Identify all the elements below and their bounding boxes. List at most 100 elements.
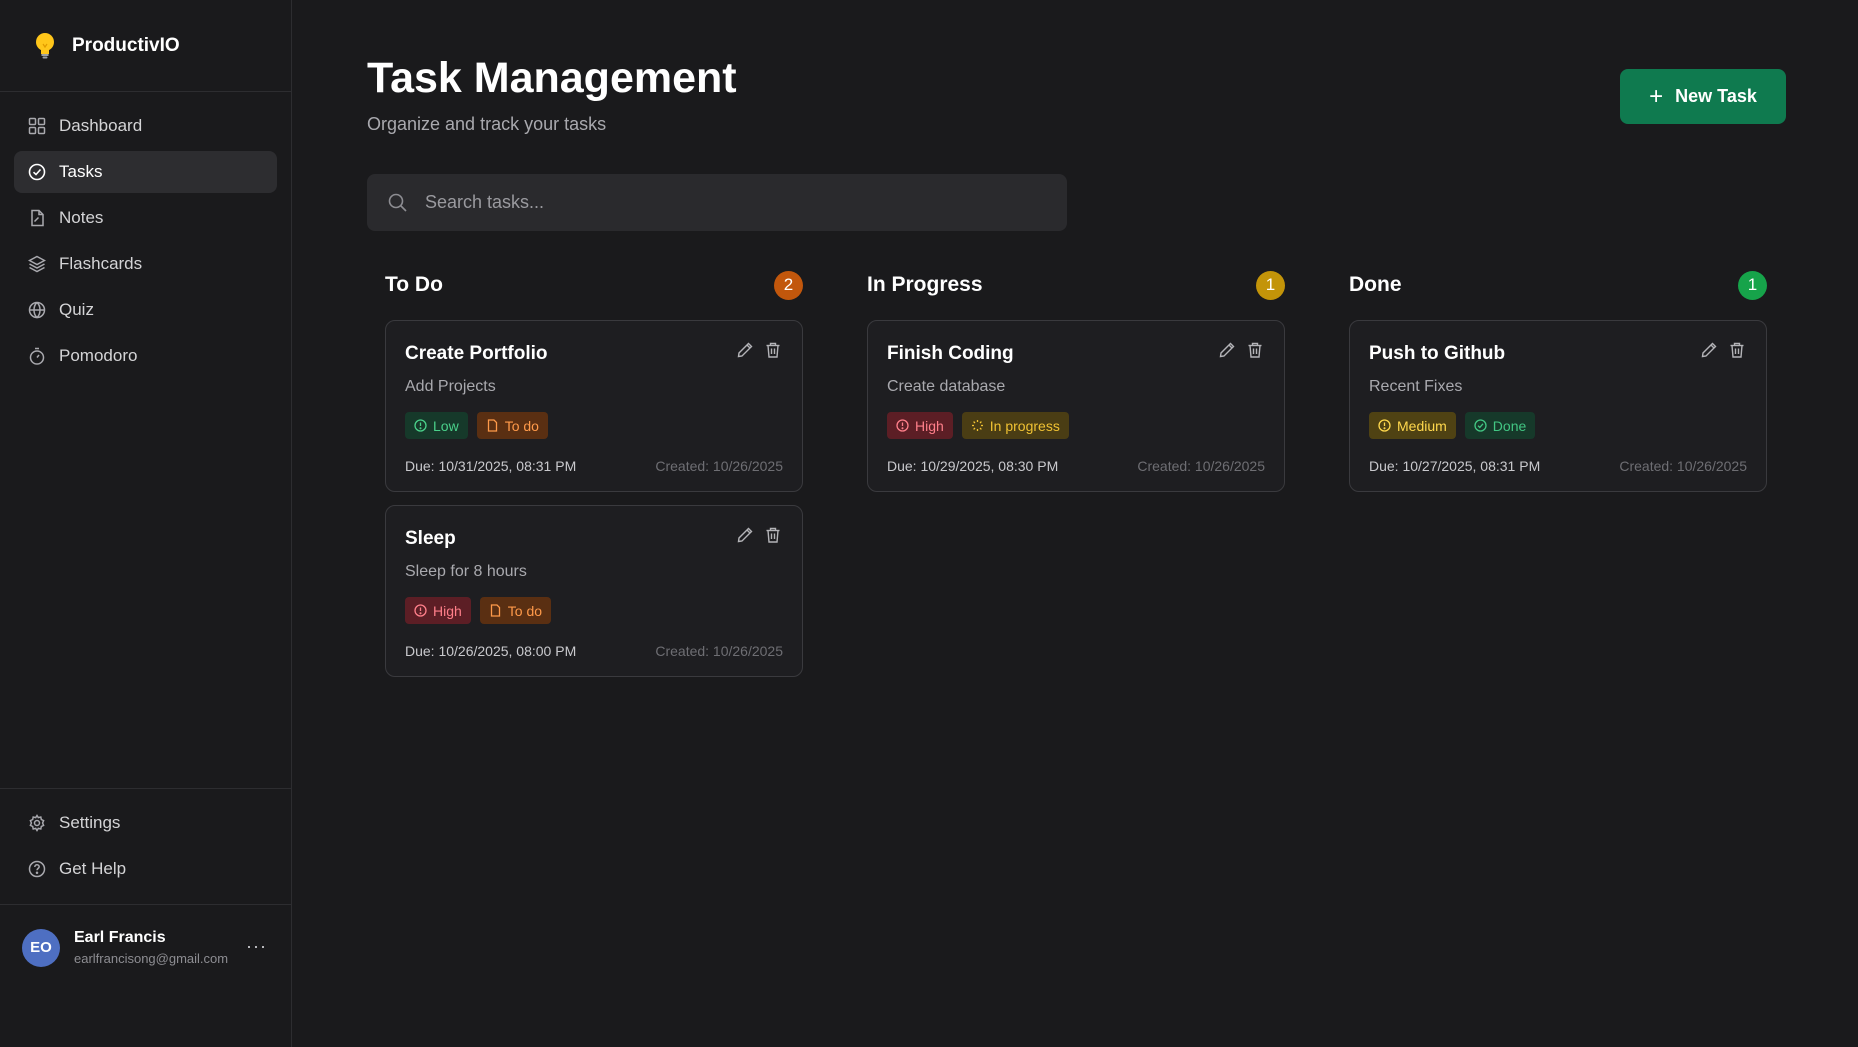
status-label: To do (504, 417, 539, 434)
edit-icon[interactable] (1700, 341, 1720, 361)
alert-circle-icon (1378, 419, 1391, 432)
task-card[interactable]: Create Portfolio Add Projects Low To do (385, 320, 803, 492)
check-circle-icon (1474, 419, 1487, 432)
new-task-button[interactable]: + New Task (1620, 69, 1786, 124)
status-badge: To do (476, 412, 548, 439)
page-subtitle: Organize and track your tasks (367, 114, 607, 134)
alert-circle-icon (414, 419, 427, 432)
notes-icon (28, 209, 46, 227)
column-in-progress: In Progress 1 Finish Coding Create datab… (867, 270, 1285, 505)
priority-badge: High (405, 597, 471, 624)
globe-icon (28, 301, 46, 319)
sidebar-item-label: Quiz (59, 300, 94, 319)
trash-icon[interactable] (1728, 341, 1748, 361)
column-header: In Progress 1 (867, 270, 1285, 300)
lightbulb-icon (36, 32, 54, 58)
column-header: Done 1 (1349, 270, 1767, 300)
user-name: Earl Francis (74, 929, 166, 946)
column-title: In Progress (867, 273, 983, 296)
user-profile[interactable]: EO Earl Francis earlfrancisong@gmail.com… (0, 904, 291, 990)
sidebar-item-label: Notes (59, 208, 104, 227)
avatar: EO (22, 928, 60, 967)
column-title: Done (1349, 273, 1402, 296)
status-label: Done (1492, 417, 1527, 434)
gear-icon (28, 814, 46, 832)
brand[interactable]: ProductivIO (0, 0, 291, 92)
sidebar-item-pomodoro[interactable]: Pomodoro (14, 335, 277, 377)
count-badge: 1 (1738, 270, 1767, 300)
due-date: Due: 10/26/2025, 08:00 PM (405, 643, 577, 659)
task-title: Sleep (405, 528, 456, 549)
priority-label: Low (433, 417, 459, 434)
task-card[interactable]: Push to Github Recent Fixes Medium Done (1349, 320, 1767, 492)
task-description: Recent Fixes (1369, 378, 1463, 395)
layers-icon (28, 255, 46, 273)
edit-icon[interactable] (1218, 341, 1238, 361)
sidebar-item-flashcards[interactable]: Flashcards (14, 243, 277, 285)
file-icon (487, 419, 497, 432)
sidebar-item-settings[interactable]: Settings (14, 802, 277, 844)
priority-badge: Medium (1369, 412, 1456, 439)
loader-icon (971, 420, 983, 431)
created-date: Created: 10/26/2025 (655, 458, 783, 474)
task-description: Create database (887, 378, 1006, 395)
new-task-label: New Task (1675, 86, 1757, 106)
task-title: Create Portfolio (405, 343, 548, 364)
created-date: Created: 10/26/2025 (1137, 458, 1265, 474)
trash-icon[interactable] (764, 341, 784, 361)
priority-label: High (433, 602, 462, 619)
sidebar-item-dashboard[interactable]: Dashboard (14, 105, 277, 147)
sidebar-item-label: Tasks (59, 162, 103, 181)
alert-circle-icon (896, 419, 909, 432)
priority-label: Medium (1397, 417, 1447, 434)
main-content: Task Management Organize and track your … (292, 0, 1858, 1047)
status-badge: To do (479, 597, 552, 624)
column-header: To Do 2 (385, 270, 803, 300)
timer-icon (28, 347, 46, 365)
column-todo: To Do 2 Create Portfolio Add Projects Lo… (385, 270, 803, 690)
search-bar[interactable] (367, 174, 1067, 231)
column-title: To Do (385, 273, 443, 296)
sidebar-item-label: Get Help (59, 859, 127, 878)
sidebar-item-notes[interactable]: Notes (14, 197, 277, 239)
app-window: ProductivIO Dashboard Tasks Notes Flashc… (0, 0, 1858, 1047)
priority-badge: High (887, 412, 953, 439)
sidebar-item-tasks[interactable]: Tasks (14, 151, 277, 193)
priority-badge: Low (405, 412, 468, 439)
more-options-icon[interactable]: ··· (246, 936, 267, 957)
help-icon (28, 860, 46, 878)
due-date: Due: 10/31/2025, 08:31 PM (405, 458, 577, 474)
search-input[interactable] (423, 191, 1023, 214)
trash-icon[interactable] (764, 526, 784, 546)
count-badge: 2 (774, 270, 803, 300)
sidebar-item-get-help[interactable]: Get Help (14, 848, 277, 890)
sidebar-item-label: Dashboard (59, 116, 143, 135)
task-description: Add Projects (405, 378, 496, 395)
sidebar-footer-nav: Settings Get Help (0, 788, 291, 894)
count-badge: 1 (1256, 270, 1285, 300)
page-title: Task Management (367, 54, 737, 102)
edit-icon[interactable] (736, 526, 756, 546)
sidebar-item-quiz[interactable]: Quiz (14, 289, 277, 331)
dashboard-icon (28, 117, 46, 135)
file-icon (490, 604, 500, 617)
task-card[interactable]: Finish Coding Create database High In pr… (867, 320, 1285, 492)
sidebar-item-label: Settings (59, 813, 121, 832)
due-date: Due: 10/29/2025, 08:30 PM (887, 458, 1059, 474)
alert-circle-icon (414, 604, 427, 617)
task-title: Finish Coding (887, 343, 1014, 364)
status-badge: In progress (961, 412, 1069, 439)
due-date: Due: 10/27/2025, 08:31 PM (1369, 458, 1541, 474)
sidebar-nav: Dashboard Tasks Notes Flashcards Quiz Po… (0, 92, 291, 377)
task-card[interactable]: Sleep Sleep for 8 hours High To do Due: … (385, 505, 803, 677)
trash-icon[interactable] (1246, 341, 1266, 361)
task-title: Push to Github (1369, 343, 1506, 364)
created-date: Created: 10/26/2025 (1619, 458, 1747, 474)
status-label: To do (507, 602, 543, 619)
status-label: In progress (989, 417, 1060, 434)
sidebar-item-label: Flashcards (59, 254, 143, 273)
priority-label: High (915, 417, 944, 434)
search-icon (388, 193, 407, 212)
edit-icon[interactable] (736, 341, 756, 361)
app-name: ProductivIO (72, 34, 180, 56)
